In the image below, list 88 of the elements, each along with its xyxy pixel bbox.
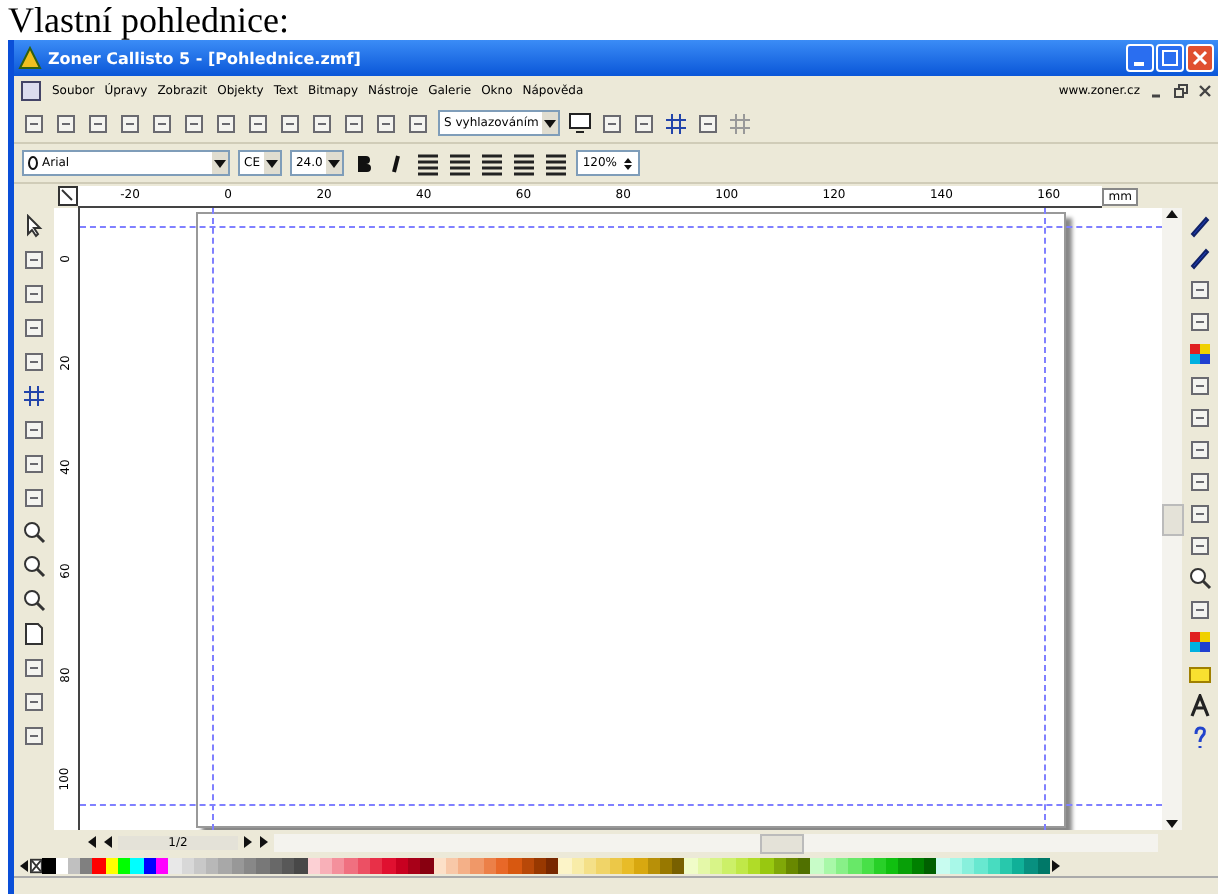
color-swatch[interactable] — [130, 857, 144, 873]
spin-arrows-icon[interactable] — [621, 157, 633, 169]
grid-icon[interactable] — [664, 111, 689, 135]
color-swatch[interactable] — [760, 857, 774, 873]
scroll-down-icon[interactable] — [1166, 818, 1178, 830]
color-swatch[interactable] — [370, 857, 383, 873]
color-swatch[interactable] — [382, 857, 396, 873]
color-swatch[interactable] — [898, 857, 912, 873]
color-swatch[interactable] — [508, 857, 522, 873]
dropdown-arrow-icon[interactable] — [328, 157, 341, 169]
pointer-icon[interactable] — [22, 214, 46, 238]
scroll-thumb[interactable] — [1161, 503, 1183, 535]
color-swatch[interactable] — [470, 857, 484, 873]
color-swatch[interactable] — [810, 857, 824, 873]
document-icon[interactable] — [20, 79, 42, 101]
color-squares-icon[interactable] — [1188, 342, 1212, 366]
color-swatch[interactable] — [244, 857, 257, 873]
justify-all-icon[interactable] — [544, 151, 569, 175]
color-swatch[interactable] — [80, 857, 93, 873]
horizontal-scrollbar[interactable] — [274, 833, 1158, 851]
maximize-icon — [1162, 50, 1178, 66]
dropdown-arrow-icon[interactable] — [265, 157, 278, 169]
color-swatch[interactable] — [92, 857, 106, 873]
color-swatch[interactable] — [936, 857, 950, 873]
scroll-thumb[interactable] — [760, 833, 805, 853]
previous-page-icon[interactable] — [102, 836, 114, 848]
monitor-icon[interactable] — [568, 111, 593, 135]
color-swatch[interactable] — [886, 857, 899, 873]
color-swatch[interactable] — [458, 857, 471, 873]
bold-icon[interactable] — [352, 151, 377, 175]
color-swatch[interactable] — [710, 857, 723, 873]
page-caption: Vlastní pohlednice: — [6, 0, 291, 40]
first-page-icon[interactable] — [86, 836, 98, 848]
vertical-scrollbar[interactable] — [1162, 208, 1182, 830]
palette-left-icon[interactable] — [18, 859, 30, 871]
dots-grid-icon[interactable] — [728, 111, 753, 135]
minimize-button[interactable] — [1126, 44, 1154, 72]
color-swatch[interactable] — [584, 857, 597, 873]
color-swatch[interactable] — [344, 857, 358, 873]
color-swatch[interactable] — [596, 857, 610, 873]
color-swatch[interactable] — [836, 857, 849, 873]
folder-icon[interactable] — [1188, 662, 1212, 686]
color-swatch[interactable] — [332, 857, 345, 873]
color-swatch[interactable] — [294, 857, 308, 873]
maximize-button[interactable] — [1156, 44, 1184, 72]
color-swatch[interactable] — [722, 857, 736, 873]
color-swatch[interactable] — [206, 857, 219, 873]
page-icon[interactable] — [22, 622, 46, 646]
close-icon — [1192, 50, 1208, 66]
search-icon[interactable] — [1188, 566, 1212, 590]
close-document-icon[interactable] — [1198, 83, 1212, 97]
color-swatch[interactable] — [684, 857, 698, 873]
color-swatch[interactable] — [558, 857, 572, 873]
last-page-icon[interactable] — [258, 836, 270, 848]
color-swatch[interactable] — [118, 857, 131, 873]
pen-icon[interactable] — [1188, 246, 1212, 270]
align-right-icon[interactable] — [480, 151, 505, 175]
color-swatch[interactable] — [672, 857, 685, 873]
color-swatch[interactable] — [168, 857, 182, 873]
dropdown-arrow-icon[interactable] — [544, 117, 557, 129]
table-icon[interactable] — [22, 384, 46, 408]
color-swatch[interactable] — [798, 857, 811, 873]
close-button[interactable] — [1186, 44, 1214, 72]
palette-right-icon[interactable] — [1050, 859, 1063, 871]
color-swatch[interactable] — [848, 857, 862, 873]
align-left-icon[interactable] — [416, 151, 441, 175]
next-page-icon[interactable] — [242, 836, 254, 848]
no-color-swatch[interactable] — [30, 857, 43, 873]
color-swatch[interactable] — [218, 857, 232, 873]
letter-icon[interactable] — [1188, 694, 1212, 718]
color-swatch[interactable] — [546, 857, 559, 873]
ruler-corner-icon[interactable] — [58, 186, 78, 206]
justify-icon[interactable] — [512, 151, 537, 175]
app-logo-icon — [18, 46, 42, 70]
color-swatch[interactable] — [420, 857, 433, 873]
color-swatch[interactable] — [634, 857, 648, 873]
font-type-icon — [28, 156, 38, 170]
color-swatch[interactable] — [974, 857, 988, 873]
color-swatch[interactable] — [42, 857, 56, 873]
dropdown-arrow-icon[interactable] — [214, 157, 226, 169]
color-swatch[interactable] — [1012, 857, 1025, 873]
align-center-icon[interactable] — [448, 151, 473, 175]
color-swatch[interactable] — [924, 857, 937, 873]
restore-document-icon[interactable] — [1174, 83, 1188, 97]
color-swatch[interactable] — [1024, 857, 1038, 873]
palette-icon[interactable] — [1188, 630, 1212, 654]
window-title: Zoner Callisto 5 - [Pohlednice.zmf] — [48, 49, 363, 67]
color-swatch[interactable] — [256, 857, 270, 873]
